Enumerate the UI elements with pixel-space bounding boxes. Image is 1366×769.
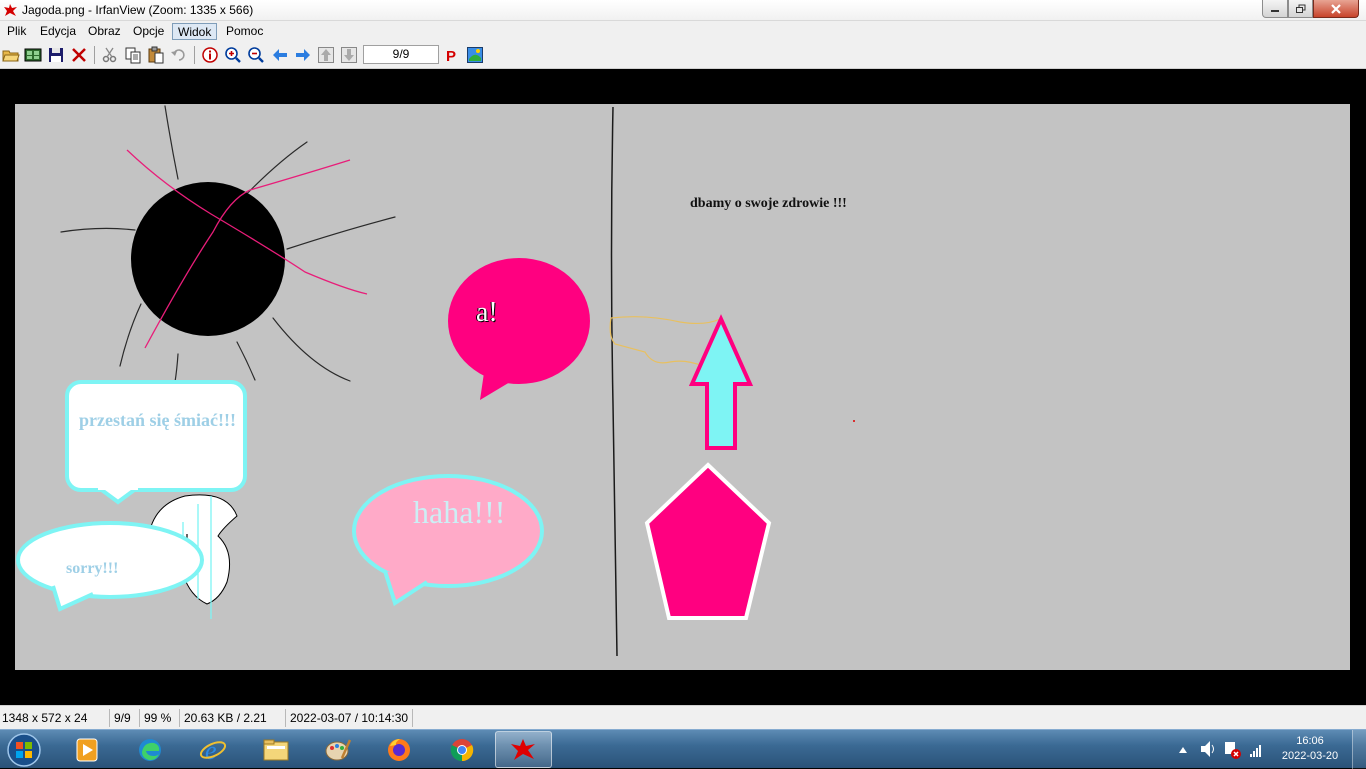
copy-icon[interactable] [124, 46, 142, 64]
first-file-icon[interactable] [317, 46, 335, 64]
status-index: 9/9 [112, 709, 140, 727]
menu-plik[interactable]: Plik [2, 23, 31, 40]
menu-widok[interactable]: Widok [172, 23, 218, 40]
firefox-icon [387, 738, 410, 761]
menu-obraz[interactable]: Obraz [83, 23, 126, 40]
taskbar-firefox[interactable] [370, 731, 427, 768]
bubble-haha-text: haha!!! [413, 494, 506, 530]
internet-explorer-icon: e [199, 736, 226, 764]
image-canvas[interactable]: dbamy o swoje zdrowie !!! a! przestań si… [15, 104, 1350, 670]
taskbar-irfanview[interactable] [495, 731, 552, 768]
window-title: Jagoda.png - IrfanView (Zoom: 1335 x 566… [22, 3, 254, 17]
clock-time: 16:06 [1296, 735, 1324, 747]
menu-opcje[interactable]: Opcje [128, 23, 169, 40]
taskbar-edge[interactable] [121, 731, 178, 768]
file-explorer-icon [263, 739, 288, 760]
taskbar-paint[interactable] [309, 731, 366, 768]
cut-icon[interactable] [101, 46, 119, 64]
print-icon[interactable]: P [443, 46, 461, 65]
zoom-out-icon[interactable] [247, 46, 265, 64]
minimize-button[interactable] [1262, 0, 1288, 18]
minimize-icon [1271, 9, 1279, 12]
sun [131, 182, 285, 336]
toolbar-separator [94, 46, 95, 64]
svg-text:P: P [446, 48, 456, 64]
status-bar: 1348 x 572 x 24 BPP 9/9 99 % 20.63 KB / … [0, 705, 1366, 743]
svg-text:e: e [205, 736, 217, 764]
save-icon[interactable] [47, 46, 65, 64]
bubble-a [448, 258, 590, 400]
bubble-stop-text: przestań się śmiać!!! [79, 410, 236, 430]
slogan-text: dbamy o swoje zdrowie !!! [690, 196, 847, 211]
taskbar-chrome[interactable] [433, 731, 490, 768]
status-dimensions: 1348 x 572 x 24 BPP [0, 709, 110, 743]
bubble-stop [65, 380, 247, 505]
last-file-icon[interactable] [340, 46, 358, 64]
restore-icon [1295, 4, 1305, 13]
network-offline-icon[interactable] [1222, 730, 1242, 769]
menu-edycja[interactable]: Edycja [35, 23, 81, 40]
paint-icon [325, 738, 351, 760]
taskbar-media-player[interactable] [58, 731, 115, 768]
menu-bar: Plik Edycja Obraz Opcje Widok Pomoc [0, 21, 1366, 42]
next-icon[interactable] [294, 46, 312, 64]
close-button[interactable] [1313, 0, 1359, 18]
thumbnails-icon[interactable] [24, 46, 42, 64]
zoom-in-icon[interactable] [224, 46, 242, 64]
up-arrow [688, 314, 754, 450]
paint-icon[interactable] [466, 46, 484, 64]
start-button[interactable] [4, 731, 44, 769]
drawing [16, 105, 855, 657]
irfanview-app-icon[interactable] [3, 3, 18, 18]
volume-icon[interactable] [1198, 730, 1216, 769]
paste-icon[interactable] [147, 46, 165, 64]
show-desktop-button[interactable] [1352, 730, 1366, 769]
media-player-icon [76, 738, 97, 761]
clock-date: 2022-03-20 [1281, 750, 1339, 762]
pentagon [644, 462, 772, 620]
bubble-sorry-text: sorry!!! [66, 560, 119, 577]
clock[interactable]: 16:06 2022-03-20 [1276, 734, 1344, 764]
status-datetime: 2022-03-07 / 10:14:30 [288, 709, 413, 727]
info-icon[interactable] [201, 46, 219, 64]
bubble-a-text: a! [476, 297, 498, 328]
taskbar: e 16:06 2022-03-20 [0, 729, 1366, 769]
status-file-size: 20.63 KB / 2.21 MB [182, 709, 286, 743]
title-bar: Jagoda.png - IrfanView (Zoom: 1335 x 566… [0, 0, 1366, 21]
toolbar-separator [194, 46, 195, 64]
taskbar-file-explorer[interactable] [247, 731, 304, 768]
undo-icon[interactable] [170, 46, 188, 64]
chrome-icon [450, 738, 473, 761]
toolbar: P [0, 42, 1366, 69]
status-zoom: 99 % [142, 709, 180, 727]
red-dot [853, 420, 855, 422]
open-folder-icon[interactable] [2, 46, 20, 64]
signal-icon[interactable] [1248, 730, 1266, 769]
menu-pomoc[interactable]: Pomoc [221, 23, 268, 40]
divider-line [610, 106, 618, 657]
previous-icon[interactable] [271, 46, 289, 64]
delete-icon[interactable] [70, 46, 88, 64]
edge-icon [138, 738, 161, 761]
page-counter-field[interactable]: 9/9 [363, 45, 439, 64]
maximize-button[interactable] [1288, 0, 1313, 18]
irfanview-icon [510, 738, 535, 760]
taskbar-internet-explorer[interactable]: e [184, 731, 241, 768]
close-icon [1331, 3, 1341, 14]
tray-expand-icon[interactable] [1177, 730, 1189, 769]
